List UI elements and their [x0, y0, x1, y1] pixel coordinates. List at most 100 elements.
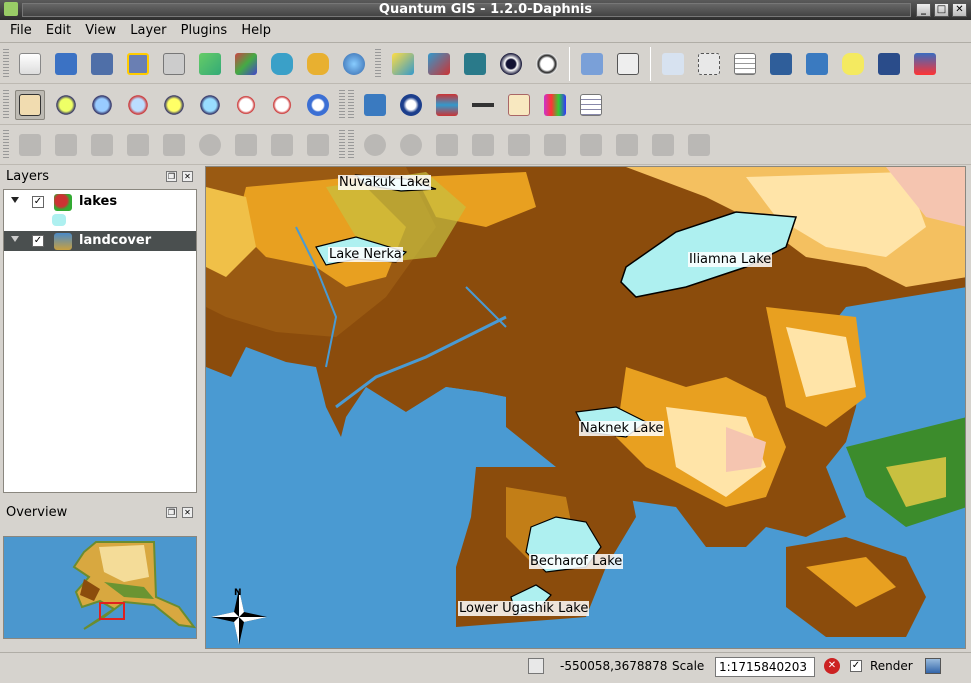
landcover-map-svg: N [206, 167, 965, 648]
save-project-button[interactable] [87, 49, 117, 79]
move-vertex-icon [127, 134, 149, 156]
layer-name: landcover [79, 233, 152, 248]
add-vector-layer-button[interactable] [195, 49, 225, 79]
menu-layer[interactable]: Layer [125, 20, 171, 38]
grid-maker-button[interactable] [540, 90, 570, 120]
refresh-button[interactable] [303, 90, 333, 120]
remove-layer-button[interactable] [424, 49, 454, 79]
maximize-button[interactable]: □ [934, 3, 949, 17]
move-feature-button[interactable] [51, 130, 81, 160]
select-features-button[interactable] [694, 49, 724, 79]
menu-file[interactable]: File [5, 20, 37, 38]
quick-print-button[interactable] [360, 90, 390, 120]
layer-item-lakes[interactable]: ✓ lakes [4, 192, 196, 212]
reshape-icon [616, 134, 638, 156]
add-island-button[interactable] [504, 130, 534, 160]
open-project-button[interactable] [51, 49, 81, 79]
split-features-button[interactable] [648, 130, 678, 160]
menu-edit[interactable]: Edit [41, 20, 76, 38]
undo-button[interactable] [360, 130, 390, 160]
add-island-icon [508, 134, 530, 156]
add-vertex-button[interactable] [87, 130, 117, 160]
reshape-features-button[interactable] [612, 130, 642, 160]
georeferencer-button[interactable] [432, 90, 462, 120]
simplify-feature-button[interactable] [432, 130, 462, 160]
scale-bar-button[interactable] [468, 90, 498, 120]
measure-line-button[interactable] [766, 49, 796, 79]
toggle-editing-button[interactable] [460, 49, 490, 79]
zoom-full-button[interactable] [123, 90, 153, 120]
menu-plugins[interactable]: Plugins [176, 20, 233, 38]
add-wms-layer-button[interactable] [339, 49, 369, 79]
merge-features-button[interactable] [684, 130, 714, 160]
identify-button[interactable] [658, 49, 688, 79]
new-vector-layer-button[interactable] [388, 49, 418, 79]
save-as-button[interactable] [123, 49, 153, 79]
select-cursor-icon [698, 53, 720, 75]
close-button[interactable]: ✕ [952, 3, 967, 17]
add-ring-icon [472, 134, 494, 156]
cut-features-button[interactable] [231, 130, 261, 160]
copy-features-button[interactable] [267, 130, 297, 160]
projection-status-icon[interactable] [925, 658, 941, 674]
layer-visibility-checkbox[interactable]: ✓ [32, 235, 44, 247]
map-tips-button[interactable] [838, 49, 868, 79]
delete-ring-button[interactable] [540, 130, 570, 160]
move-vertex-button[interactable] [123, 130, 153, 160]
add-ring-button[interactable] [468, 130, 498, 160]
delete-part-button[interactable] [576, 130, 606, 160]
minimize-button[interactable]: _ [916, 3, 931, 17]
file-toolbar [0, 44, 384, 84]
coordinate-capture-icon[interactable] [528, 658, 544, 674]
expand-arrow-icon[interactable] [11, 236, 19, 242]
map-canvas[interactable]: N Nuvakuk Lake Lake Nerka Iliamna Lake N… [205, 166, 966, 649]
pan-map-button[interactable] [15, 90, 45, 120]
print-button[interactable] [159, 49, 189, 79]
zoom-in-button[interactable] [51, 90, 81, 120]
render-checkbox[interactable]: ✓ [850, 660, 862, 672]
text-annotation-button[interactable] [576, 90, 606, 120]
toolbar-row-1 [0, 44, 971, 84]
hide-all-layers-button[interactable] [532, 49, 562, 79]
toggle-edit-button[interactable] [15, 130, 45, 160]
expand-arrow-icon[interactable] [11, 197, 19, 203]
add-postgis-layer-button[interactable] [267, 49, 297, 79]
delete-selected-button[interactable] [195, 130, 225, 160]
scale-label: Scale [672, 659, 705, 673]
zoom-next-button[interactable] [267, 90, 297, 120]
close-panel-icon[interactable]: ✕ [182, 171, 193, 182]
map-label-lower-ugashik-lake: Lower Ugashik Lake [458, 601, 590, 616]
redo-button[interactable] [396, 130, 426, 160]
new-bookmark-button[interactable] [874, 49, 904, 79]
measure-area-button[interactable] [802, 49, 832, 79]
layer-toolbar [385, 44, 943, 84]
overview-map[interactable] [3, 536, 197, 639]
add-spatialite-layer-button[interactable] [303, 49, 333, 79]
show-bookmarks-button[interactable] [910, 49, 940, 79]
menu-help[interactable]: Help [236, 20, 276, 38]
help-contents-button[interactable] [577, 49, 607, 79]
copyright-label-button[interactable] [504, 90, 534, 120]
add-raster-layer-button[interactable] [231, 49, 261, 79]
window-title: Quantum GIS - 1.2.0-Daphnis [378, 2, 593, 17]
zoom-to-selection-button[interactable] [159, 90, 189, 120]
layer-visibility-checkbox[interactable]: ✓ [32, 196, 44, 208]
zoom-last-button[interactable] [231, 90, 261, 120]
float-panel-icon[interactable]: ❐ [166, 507, 177, 518]
menu-view[interactable]: View [80, 20, 121, 38]
open-attribute-table-button[interactable] [730, 49, 760, 79]
delete-vertex-button[interactable] [159, 130, 189, 160]
show-all-layers-button[interactable] [496, 49, 526, 79]
new-project-button[interactable] [15, 49, 45, 79]
zoom-to-layer-button[interactable] [195, 90, 225, 120]
north-arrow-button[interactable] [396, 90, 426, 120]
zoom-out-button[interactable] [87, 90, 117, 120]
scale-input[interactable] [715, 657, 815, 677]
close-panel-icon[interactable]: ✕ [182, 507, 193, 518]
layer-item-landcover[interactable]: ✓ landcover [4, 231, 196, 251]
float-panel-icon[interactable]: ❐ [166, 171, 177, 182]
delete-part-icon [580, 134, 602, 156]
stop-render-icon[interactable]: ✕ [824, 658, 840, 674]
paste-features-button[interactable] [303, 130, 333, 160]
whats-this-button[interactable] [613, 49, 643, 79]
